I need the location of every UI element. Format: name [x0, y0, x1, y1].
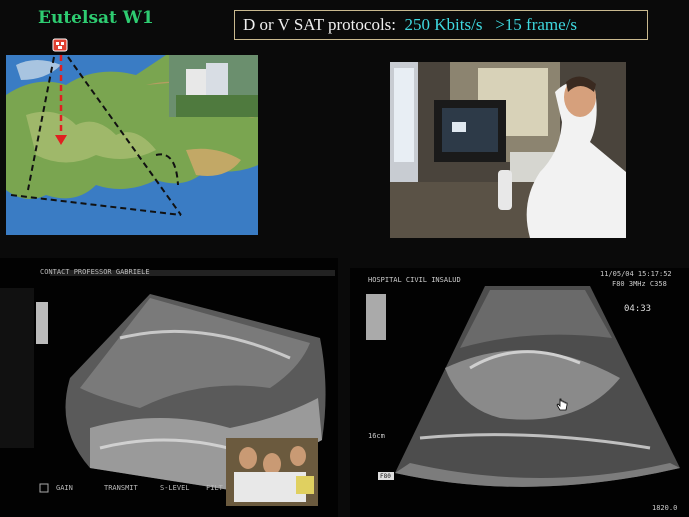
satellite-title: Eutelsat W1 — [38, 8, 154, 28]
hand-cursor-icon[interactable] — [556, 398, 568, 412]
us-left-header: CONTACT PROFESSOR GABRIELE — [40, 268, 150, 276]
us-left-footer-gain: GAIN — [56, 484, 73, 492]
ultrasound-image-right: HOSPITAL CIVIL INSALUD 11/05/04 15:17:52… — [350, 268, 689, 517]
us-left-footer-transmit: TRANSMIT — [104, 484, 138, 492]
protocol-rate: 250 Kbits/s — [404, 15, 483, 34]
protocol-prefix: D or V SAT protocols: — [243, 15, 397, 34]
satellite-icon — [52, 37, 68, 53]
us-right-depth: 16cm — [368, 432, 385, 440]
us-right-footer-right: 1820.0 — [652, 504, 678, 512]
us-left-footer-filt: FILT — [206, 484, 223, 492]
europe-map-image — [6, 55, 258, 235]
protocol-frames: >15 frame/s — [495, 15, 578, 34]
us-left-footer-slevel: S-LEVEL — [160, 484, 190, 492]
us-right-hospital: HOSPITAL CIVIL INSALUD — [368, 276, 461, 284]
us-right-datetime: 11/05/04 15:17:52 — [600, 270, 672, 278]
us-right-footer-left: F80 — [380, 473, 391, 480]
ultrasound-image-left: CONTACT PROFESSOR GABRIELE GAIN TRANSMIT… — [0, 258, 338, 517]
telemedicine-lab-photo — [390, 62, 626, 238]
us-right-timer: 04:33 — [624, 304, 652, 314]
protocol-box: D or V SAT protocols: 250 Kbits/s >15 fr… — [234, 10, 648, 40]
us-right-params: F80 3MHz C358 — [612, 280, 667, 288]
